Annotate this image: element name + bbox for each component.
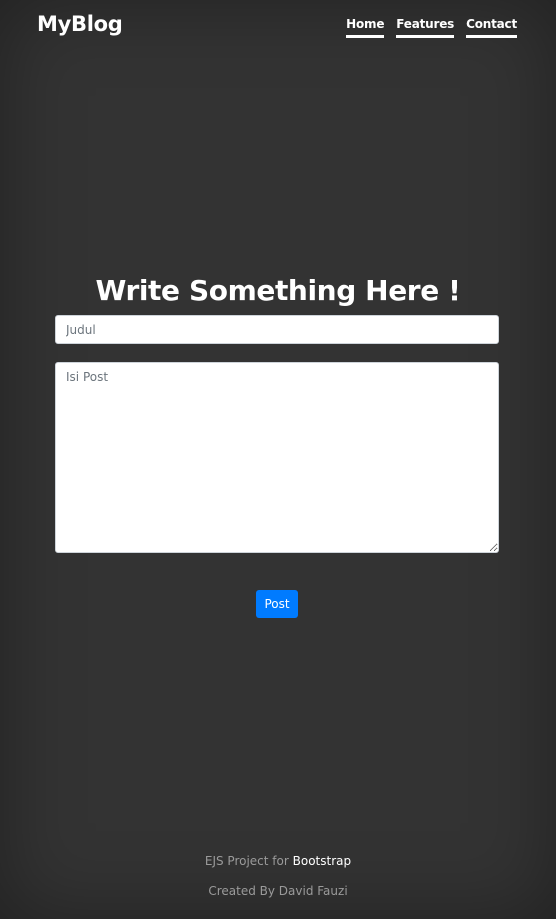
footer-project-line: EJS Project for Bootstrap (0, 854, 556, 868)
footer-project-text: EJS Project for (204, 854, 293, 868)
page-heading: Write Something Here ! (95, 274, 461, 307)
footer-credit: Created By David Fauzi (208, 884, 348, 898)
main-nav: Home Features Contact (346, 17, 517, 38)
nav-link-home[interactable]: Home (346, 17, 384, 38)
post-button[interactable]: Post (256, 590, 298, 618)
footer-bootstrap-link[interactable]: Bootstrap (293, 854, 351, 868)
post-title-input[interactable] (55, 315, 499, 344)
nav-link-contact[interactable]: Contact (466, 17, 517, 38)
post-body-textarea[interactable] (55, 362, 499, 553)
nav-link-features[interactable]: Features (396, 17, 454, 38)
brand-logo[interactable]: MyBlog (37, 12, 123, 36)
